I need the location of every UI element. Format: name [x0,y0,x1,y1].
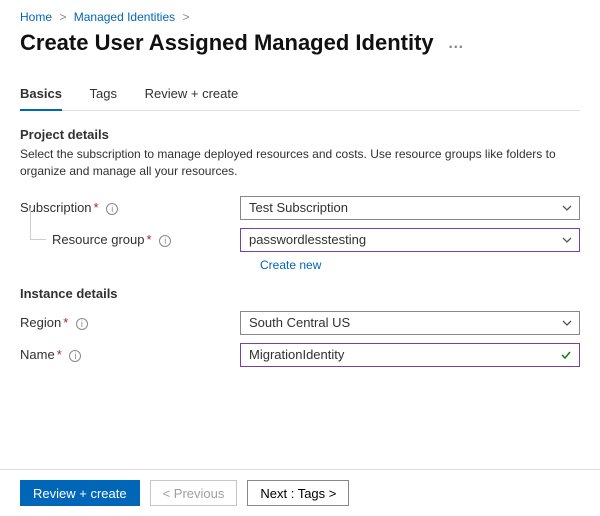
name-label: Name* i [20,347,240,362]
tree-line [30,208,46,240]
region-dropdown[interactable]: South Central US [240,311,580,335]
chevron-down-icon [561,202,573,214]
resource-group-label: Resource group* i [52,232,240,247]
subscription-dropdown[interactable]: Test Subscription [240,196,580,220]
name-value: MigrationIdentity [249,347,344,362]
tab-tags[interactable]: Tags [90,80,117,109]
project-details-desc: Select the subscription to manage deploy… [20,146,580,180]
page-title: Create User Assigned Managed Identity … [20,30,580,56]
subscription-value: Test Subscription [249,200,348,215]
info-icon[interactable]: i [76,318,88,330]
chevron-right-icon: > [59,10,66,24]
name-field[interactable]: MigrationIdentity [240,343,580,367]
project-details-heading: Project details [20,127,580,142]
check-icon [559,348,573,362]
resource-group-dropdown[interactable]: passwordlesstesting [240,228,580,252]
instance-details-heading: Instance details [20,286,580,301]
more-icon[interactable]: … [448,35,464,52]
tabs: Basics Tags Review + create [20,80,580,111]
tab-basics[interactable]: Basics [20,80,62,111]
chevron-right-icon: > [182,10,189,24]
breadcrumb: Home > Managed Identities > [20,10,580,24]
chevron-down-icon [561,317,573,329]
footer-bar: Review + create < Previous Next : Tags > [0,469,600,516]
create-new-link[interactable]: Create new [260,258,580,272]
chevron-down-icon [561,234,573,246]
tab-review[interactable]: Review + create [145,80,239,109]
info-icon[interactable]: i [159,235,171,247]
breadcrumb-managed-identities[interactable]: Managed Identities [74,10,175,24]
resource-group-value: passwordlesstesting [249,232,366,247]
review-create-button[interactable]: Review + create [20,480,140,506]
region-value: South Central US [249,315,350,330]
breadcrumb-home[interactable]: Home [20,10,52,24]
subscription-label: Subscription* i [20,200,240,215]
info-icon[interactable]: i [106,203,118,215]
region-label: Region* i [20,315,240,330]
next-button[interactable]: Next : Tags > [247,480,349,506]
info-icon[interactable]: i [69,350,81,362]
previous-button: < Previous [150,480,238,506]
